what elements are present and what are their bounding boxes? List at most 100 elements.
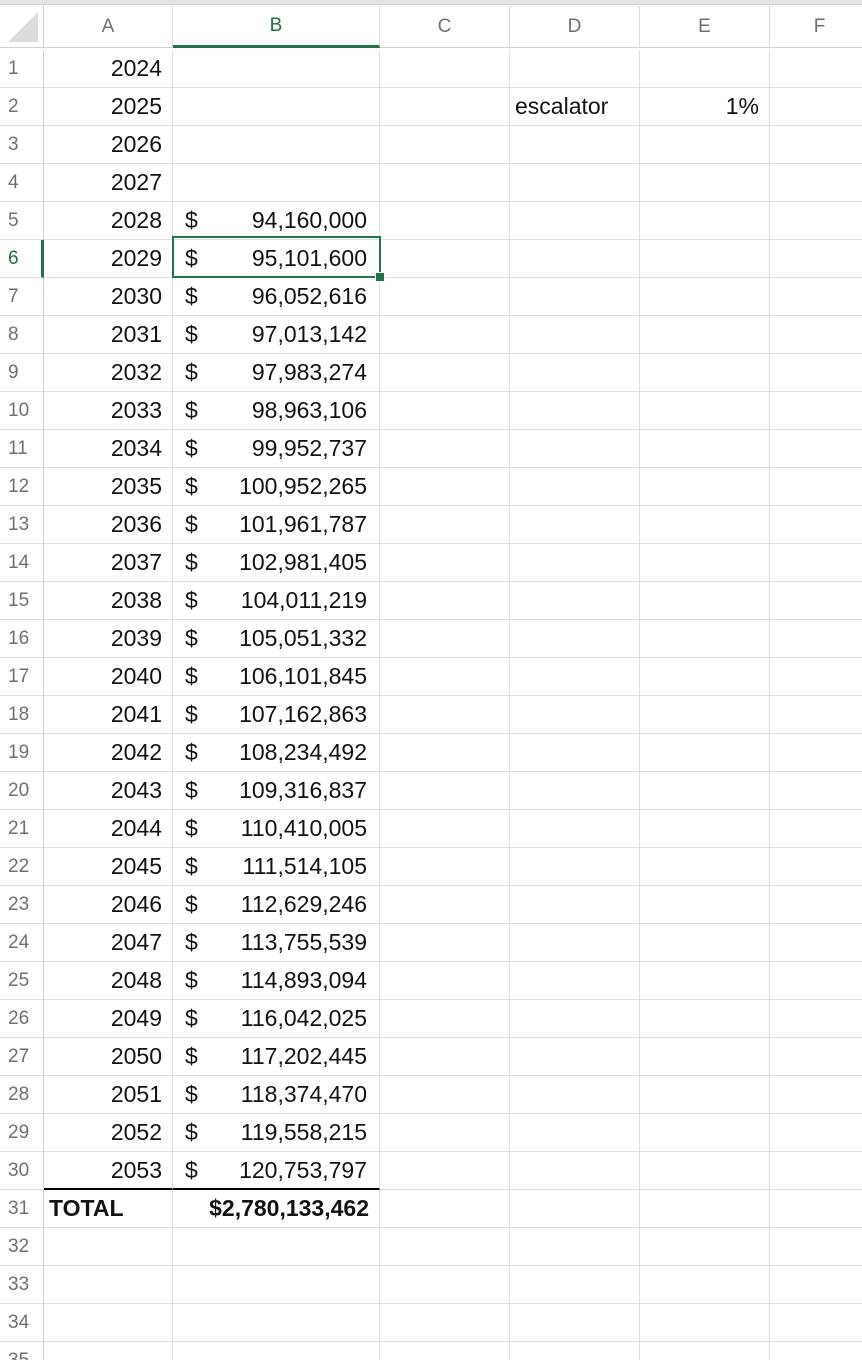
row-header-34[interactable]: 34 [0, 1304, 44, 1342]
cell-f[interactable] [770, 582, 862, 620]
cell-c[interactable] [380, 468, 510, 506]
cell-c[interactable] [380, 1266, 510, 1304]
cell-a[interactable]: 2031 [44, 316, 173, 354]
cell-d[interactable] [510, 50, 640, 88]
row-header-31[interactable]: 31 [0, 1190, 44, 1228]
cell-d[interactable] [510, 430, 640, 468]
row-header-26[interactable]: 26 [0, 1000, 44, 1038]
cell-b[interactable]: $106,101,845 [173, 658, 380, 696]
cell-e[interactable] [640, 962, 770, 1000]
cell-c[interactable] [380, 354, 510, 392]
row-header-7[interactable]: 7 [0, 278, 44, 316]
row-header-6[interactable]: 6 [0, 240, 44, 278]
cell-e[interactable] [640, 734, 770, 772]
cell-d[interactable] [510, 1000, 640, 1038]
cell-e[interactable] [640, 582, 770, 620]
row-header-32[interactable]: 32 [0, 1228, 44, 1266]
cell-e[interactable] [640, 126, 770, 164]
cell-e[interactable] [640, 430, 770, 468]
cell-d[interactable] [510, 1114, 640, 1152]
cell-b[interactable]: $94,160,000 [173, 202, 380, 240]
cell-f[interactable] [770, 1228, 862, 1266]
cell-b[interactable]: $120,753,797 [173, 1152, 380, 1190]
cell-b[interactable]: $104,011,219 [173, 582, 380, 620]
row-header-3[interactable]: 3 [0, 126, 44, 164]
cell-c[interactable] [380, 544, 510, 582]
cell-a[interactable]: 2038 [44, 582, 173, 620]
fill-handle[interactable] [375, 272, 385, 282]
cell-c[interactable] [380, 886, 510, 924]
cell-f[interactable] [770, 468, 862, 506]
cell-d[interactable] [510, 582, 640, 620]
cell-c[interactable] [380, 1342, 510, 1360]
cell-c[interactable] [380, 658, 510, 696]
column-header-c[interactable]: C [380, 6, 510, 48]
cell-b[interactable] [173, 164, 380, 202]
cell-e[interactable] [640, 1038, 770, 1076]
row-header-35[interactable]: 35 [0, 1342, 44, 1360]
row-header-9[interactable]: 9 [0, 354, 44, 392]
cell-f[interactable] [770, 1342, 862, 1360]
cell-e[interactable] [640, 354, 770, 392]
cell-a[interactable]: 2043 [44, 772, 173, 810]
cell-d[interactable] [510, 924, 640, 962]
row-header-18[interactable]: 18 [0, 696, 44, 734]
cell-c[interactable] [380, 1076, 510, 1114]
cell-f[interactable] [770, 126, 862, 164]
cell-a[interactable]: 2045 [44, 848, 173, 886]
cell-b[interactable]: $113,755,539 [173, 924, 380, 962]
cell-b[interactable]: $100,952,265 [173, 468, 380, 506]
cell-d[interactable] [510, 354, 640, 392]
cell-d[interactable] [510, 1228, 640, 1266]
cell-c[interactable] [380, 240, 510, 278]
cell-a[interactable]: 2030 [44, 278, 173, 316]
cell-e[interactable] [640, 392, 770, 430]
cell-a[interactable]: 2050 [44, 1038, 173, 1076]
cell-a[interactable] [44, 1228, 173, 1266]
cell-a[interactable]: 2051 [44, 1076, 173, 1114]
cell-c[interactable] [380, 1038, 510, 1076]
column-header-e[interactable]: E [640, 6, 770, 48]
cell-b[interactable]: $96,052,616 [173, 278, 380, 316]
cell-b[interactable] [173, 1342, 380, 1360]
cell-f[interactable] [770, 848, 862, 886]
cell-c[interactable] [380, 582, 510, 620]
row-header-33[interactable]: 33 [0, 1266, 44, 1304]
cell-d[interactable] [510, 392, 640, 430]
cell-d[interactable] [510, 1266, 640, 1304]
cell-a[interactable]: 2053 [44, 1152, 173, 1190]
cell-e[interactable] [640, 620, 770, 658]
row-header-11[interactable]: 11 [0, 430, 44, 468]
row-header-5[interactable]: 5 [0, 202, 44, 240]
cell-c[interactable] [380, 620, 510, 658]
cell-d[interactable] [510, 316, 640, 354]
cell-a[interactable] [44, 1342, 173, 1360]
cell-f[interactable] [770, 278, 862, 316]
cell-a[interactable]: 2025 [44, 88, 173, 126]
cell-c[interactable] [380, 88, 510, 126]
cell-f[interactable] [770, 164, 862, 202]
cell-c[interactable] [380, 810, 510, 848]
spreadsheet-grid[interactable]: A B C D E F 1 2024 2 2025 escalator 1% 3 2026 4 2027 5 20… [0, 0, 862, 1360]
cell-a[interactable]: 2032 [44, 354, 173, 392]
row-header-24[interactable]: 24 [0, 924, 44, 962]
cell-b[interactable]: $97,013,142 [173, 316, 380, 354]
cell-b[interactable] [173, 1266, 380, 1304]
cell-b[interactable]: $111,514,105 [173, 848, 380, 886]
cell-a[interactable]: 2024 [44, 50, 173, 88]
cell-f[interactable] [770, 88, 862, 126]
cell-f[interactable] [770, 202, 862, 240]
cell-a[interactable]: 2044 [44, 810, 173, 848]
cell-c[interactable] [380, 164, 510, 202]
cell-d[interactable] [510, 810, 640, 848]
cell-c[interactable] [380, 1190, 510, 1228]
column-header-b[interactable]: B [173, 6, 380, 48]
cell-f[interactable] [770, 392, 862, 430]
row-header-22[interactable]: 22 [0, 848, 44, 886]
cell-f[interactable] [770, 1304, 862, 1342]
cell-c[interactable] [380, 202, 510, 240]
row-header-12[interactable]: 12 [0, 468, 44, 506]
cell-a[interactable]: 2048 [44, 962, 173, 1000]
cell-a[interactable]: 2034 [44, 430, 173, 468]
row-header-14[interactable]: 14 [0, 544, 44, 582]
